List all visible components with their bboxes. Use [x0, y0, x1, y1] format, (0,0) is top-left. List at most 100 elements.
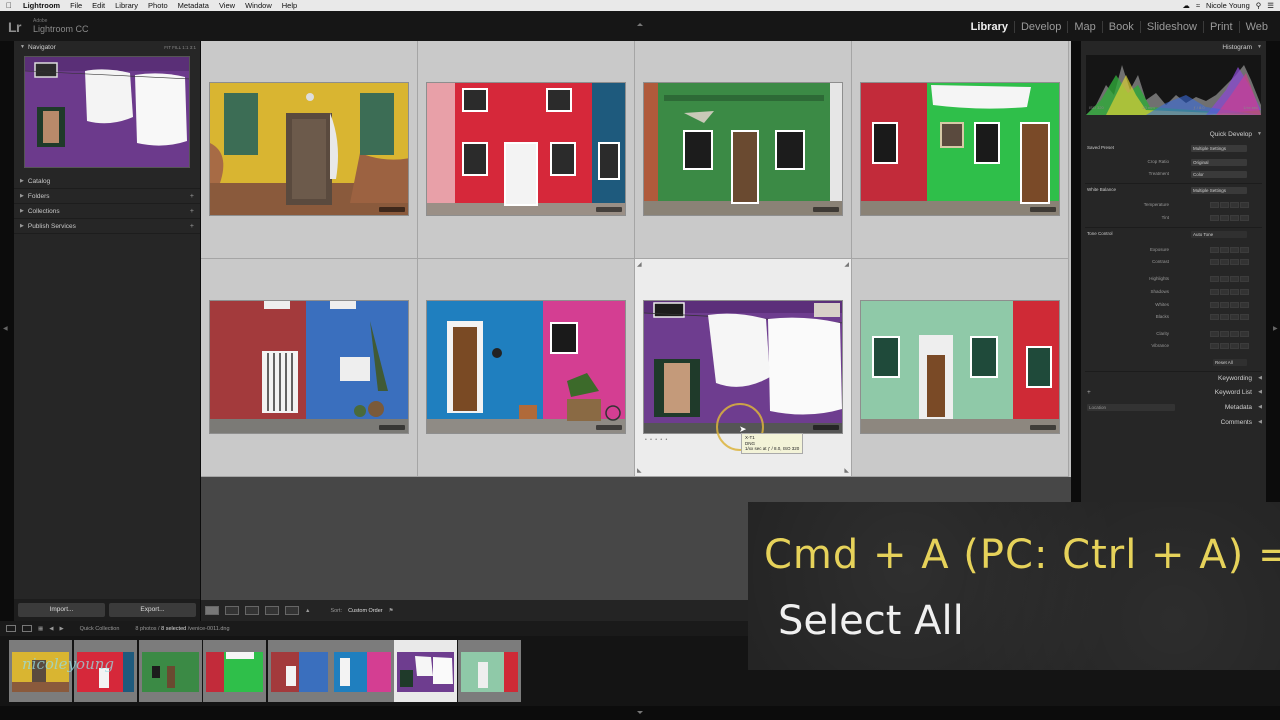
photo-thumbnail[interactable] — [860, 82, 1060, 216]
module-book[interactable]: Book — [1101, 21, 1140, 33]
menu-help[interactable]: Help — [277, 0, 302, 11]
add-keyword-icon[interactable]: + — [1087, 386, 1091, 399]
menu-file[interactable]: File — [65, 0, 87, 11]
grid-cell[interactable] — [201, 259, 418, 477]
back-arrow-icon[interactable]: ◀ — [49, 626, 53, 632]
left-panel-toggle-icon[interactable]: ◀ — [3, 325, 8, 332]
grid-view-icon[interactable] — [205, 606, 219, 615]
add-publish-service-icon[interactable]: + — [190, 219, 200, 234]
menu-library[interactable]: Library — [110, 0, 143, 11]
menu-edit[interactable]: Edit — [87, 0, 110, 11]
apple-icon[interactable]:  — [0, 0, 18, 11]
shadows-stepper[interactable] — [1210, 289, 1249, 295]
primary-window-icon[interactable] — [6, 625, 16, 632]
add-collection-icon[interactable]: + — [190, 204, 200, 219]
collections-section[interactable]: ▶ Collections + — [14, 204, 200, 219]
people-view-icon[interactable] — [285, 606, 299, 615]
white-balance-select[interactable]: Multiple Settings — [1191, 187, 1247, 194]
tint-stepper[interactable] — [1210, 215, 1249, 221]
filmstrip-thumb[interactable] — [268, 640, 331, 702]
grid-cell[interactable] — [635, 41, 852, 259]
survey-view-icon[interactable] — [265, 606, 279, 615]
top-panel-toggle-icon[interactable] — [637, 23, 643, 26]
navigator-preview[interactable] — [24, 56, 190, 168]
module-print[interactable]: Print — [1202, 21, 1239, 33]
photo-thumbnail[interactable] — [643, 82, 843, 216]
user-name[interactable]: Nicole Young — [1206, 0, 1250, 11]
notifications-icon[interactable]: ☰ — [1267, 0, 1274, 11]
menu-window[interactable]: Window — [240, 0, 277, 11]
contrast-stepper[interactable] — [1210, 259, 1249, 265]
compare-view-icon[interactable] — [245, 606, 259, 615]
grid-mode-icon[interactable]: ▦ — [38, 626, 43, 632]
photo-thumbnail[interactable] — [209, 300, 409, 434]
module-library[interactable]: Library — [965, 21, 1014, 33]
photo-thumbnail[interactable] — [426, 300, 626, 434]
flag-icon[interactable]: ⚑ — [389, 608, 394, 614]
menu-view[interactable]: View — [214, 0, 240, 11]
filmstrip-thumb[interactable] — [331, 640, 394, 702]
highlights-stepper[interactable] — [1210, 276, 1249, 282]
module-develop[interactable]: Develop — [1013, 21, 1067, 33]
vibrance-stepper[interactable] — [1210, 343, 1249, 349]
wifi-icon[interactable]: ≈ — [1196, 0, 1200, 11]
left-panel-sections: ▶ Catalog ▶ Folders + ▶ Collections + ▶ … — [14, 174, 200, 234]
navigator-header[interactable]: ▼ Navigator FIT FILL 1:1 3:1 — [14, 41, 200, 54]
temperature-stepper[interactable] — [1210, 202, 1249, 208]
auto-tone-button[interactable]: Auto Tone — [1191, 231, 1247, 238]
grid-cell[interactable] — [852, 41, 1069, 259]
clarity-stepper[interactable] — [1210, 331, 1249, 337]
painter-icon[interactable]: ▲ — [305, 608, 310, 614]
photo-thumbnail[interactable] — [426, 82, 626, 216]
filmstrip-thumb[interactable] — [458, 640, 521, 702]
cloud-icon[interactable]: ☁ — [1182, 0, 1190, 11]
grid-cell[interactable] — [201, 41, 418, 259]
bottom-panel-toggle-icon[interactable] — [637, 711, 643, 714]
module-web[interactable]: Web — [1238, 21, 1274, 33]
publish-services-section[interactable]: ▶ Publish Services + — [14, 219, 200, 234]
folders-section[interactable]: ▶ Folders + — [14, 189, 200, 204]
quick-develop-header[interactable]: Quick Develop ▼ — [1081, 128, 1266, 141]
grid-cell[interactable] — [418, 259, 635, 477]
current-filename[interactable]: /venice-0011.dng — [188, 626, 230, 632]
filmstrip-thumb[interactable] — [203, 640, 266, 702]
grid-cell[interactable] — [418, 41, 635, 259]
import-button[interactable]: Import... — [18, 603, 105, 617]
metadata-header[interactable]: Location Metadata ◀ — [1081, 401, 1266, 414]
photo-thumbnail[interactable] — [209, 82, 409, 216]
comments-header[interactable]: Comments ◀ — [1081, 416, 1266, 429]
navigator-zoom-options[interactable]: FIT FILL 1:1 3:1 — [164, 41, 200, 54]
treatment-select[interactable]: Color — [1191, 171, 1247, 178]
filmstrip-thumb-active[interactable] — [394, 640, 457, 702]
saved-preset-select[interactable]: Multiple Settings — [1191, 145, 1247, 152]
photo-thumbnail[interactable] — [860, 300, 1060, 434]
menu-app-name[interactable]: Lightroom — [18, 0, 65, 11]
module-slideshow[interactable]: Slideshow — [1139, 21, 1203, 33]
keywording-header[interactable]: Keywording ◀ — [1081, 372, 1266, 385]
shadows-label: Shadows — [1150, 289, 1169, 294]
search-icon[interactable]: ⚲ — [1256, 0, 1262, 11]
sort-order-select[interactable]: Custom Order — [348, 608, 383, 614]
module-map[interactable]: Map — [1067, 21, 1101, 33]
catalog-section[interactable]: ▶ Catalog — [14, 174, 200, 189]
whites-stepper[interactable] — [1210, 302, 1249, 308]
crop-ratio-select[interactable]: Original — [1191, 159, 1247, 166]
grid-cell[interactable] — [852, 259, 1069, 477]
metadata-preset-select[interactable]: Location — [1087, 404, 1175, 411]
secondary-window-icon[interactable] — [22, 625, 32, 632]
loupe-view-icon[interactable] — [225, 606, 239, 615]
filmstrip-source[interactable]: Quick Collection — [80, 626, 120, 632]
add-folder-icon[interactable]: + — [190, 189, 200, 204]
forward-arrow-icon[interactable]: ▶ — [59, 626, 63, 632]
menu-photo[interactable]: Photo — [143, 0, 173, 11]
keyword-list-header[interactable]: + Keyword List ◀ — [1081, 386, 1266, 399]
right-panel-toggle-icon[interactable]: ▶ — [1273, 325, 1278, 332]
blacks-stepper[interactable] — [1210, 314, 1249, 320]
histogram-header[interactable]: Histogram ▼ — [1081, 41, 1266, 54]
menu-metadata[interactable]: Metadata — [173, 0, 214, 11]
rating-dots[interactable]: • • • • • — [645, 437, 668, 443]
filmstrip-thumb[interactable] — [139, 640, 202, 702]
export-button[interactable]: Export... — [109, 603, 196, 617]
exposure-stepper[interactable] — [1210, 247, 1249, 253]
reset-all-button[interactable]: Reset All — [1213, 359, 1247, 366]
